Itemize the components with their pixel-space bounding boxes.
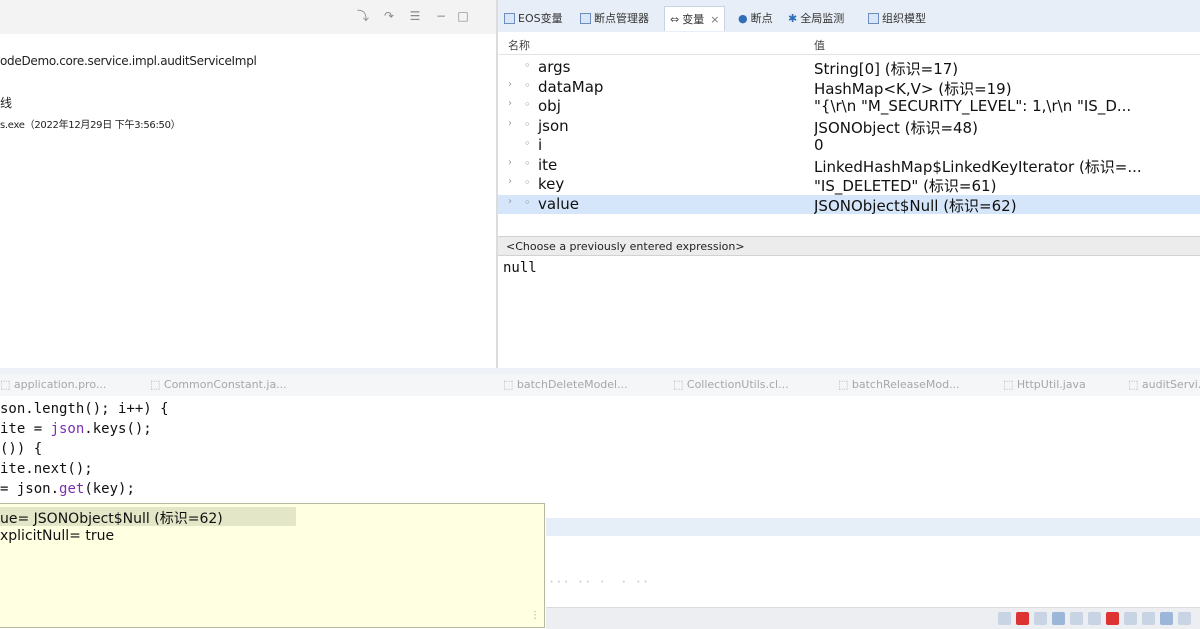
code-line[interactable]: = json.get(key);: [0, 481, 135, 497]
variable-row[interactable]: ◦ args String[0] (标识=17): [498, 58, 1200, 78]
expand-icon[interactable]: ›: [508, 196, 512, 207]
editor-tab[interactable]: ⬚ CommonConstant.ja...: [150, 378, 287, 391]
views-tab-bar: EOS变量 断点管理器 ⇔ 变量 × ● 断点 ✱ 全局监测 组织模型: [498, 0, 1200, 33]
code-line[interactable]: ite = json.keys();: [0, 421, 152, 437]
status-icon[interactable]: [1178, 612, 1191, 625]
step-over-icon[interactable]: ↷: [382, 9, 396, 23]
file-icon: ⬚: [1128, 378, 1142, 391]
file-icon: ⬚: [1003, 378, 1017, 391]
faded-code-fragment: ··· ·· · · ··: [548, 575, 650, 589]
file-icon: ⬚: [0, 378, 14, 391]
breakpoint-manager-icon: [580, 12, 591, 24]
tab-variables[interactable]: ⇔ 变量 ×: [664, 6, 726, 31]
variable-row-selected[interactable]: › ◦ value JSONObject$Null (标识=62): [498, 194, 1200, 215]
variable-icon: ◦: [524, 78, 531, 92]
error-icon[interactable]: [1106, 612, 1119, 625]
variable-row[interactable]: › ◦ dataMap HashMap<K,V> (标识=19): [498, 78, 1200, 98]
process-launch-info[interactable]: s.exe（2022年12月29日 下午3:56:50）: [0, 116, 181, 131]
popup-resize-icon[interactable]: ⋮: [527, 610, 543, 626]
editor-tab-bar: ⬚ application.pro... ⬚ CommonConstant.ja…: [0, 374, 1200, 397]
editor-tab[interactable]: ⬚ HttpUtil.java: [1003, 378, 1086, 391]
variable-icon: ◦: [524, 195, 531, 209]
expand-icon[interactable]: ›: [508, 79, 512, 90]
expand-icon[interactable]: ›: [508, 157, 512, 168]
watch-icon: ✱: [788, 11, 798, 25]
status-icon[interactable]: [1052, 612, 1065, 625]
file-icon: ⬚: [838, 378, 852, 391]
debug-pane-toolbar: ⤵ ↷ ☰ − □: [0, 0, 496, 34]
variable-row[interactable]: › ◦ ite LinkedHashMap$LinkedKeyIterator (标识…: [498, 156, 1200, 176]
variable-row[interactable]: › ◦ key "IS_DELETED" (标识=61): [498, 175, 1200, 195]
status-icon[interactable]: [1142, 612, 1155, 625]
expand-icon[interactable]: ›: [508, 118, 512, 129]
editor-tab[interactable]: ⬚ auditServi...: [1128, 378, 1200, 391]
variable-icon: ◦: [524, 137, 531, 150]
variable-icon: ◦: [524, 59, 531, 72]
eos-variables-icon: [504, 12, 515, 24]
column-name-header[interactable]: 名称: [508, 37, 530, 53]
close-icon[interactable]: ×: [710, 13, 719, 26]
file-icon: ⬚: [150, 378, 164, 391]
status-icon[interactable]: [1160, 612, 1173, 625]
column-value-header[interactable]: 值: [814, 37, 825, 53]
file-icon: ⬚: [503, 378, 517, 391]
current-line-highlight: [546, 518, 1200, 536]
tab-global-watch[interactable]: ✱ 全局监测: [788, 9, 844, 27]
breakpoints-icon: ●: [738, 11, 748, 25]
variable-icon: ◦: [524, 176, 531, 189]
variable-row[interactable]: › ◦ json JSONObject (标识=48): [498, 117, 1200, 137]
tab-breakpoints[interactable]: ● 断点: [738, 9, 773, 27]
popup-value-line[interactable]: ue= JSONObject$Null (标识=62): [0, 508, 223, 528]
code-line[interactable]: son.length(); i++) {: [0, 401, 169, 417]
view-menu-icon[interactable]: ☰: [408, 9, 422, 23]
org-model-icon: [868, 12, 879, 24]
variable-row[interactable]: › ◦ obj "{\r\n "M_SECURITY_LEVEL": 1,\r\n "…: [498, 97, 1200, 117]
editor-tab[interactable]: ⬚ application.pro...: [0, 378, 106, 391]
error-icon[interactable]: [1016, 612, 1029, 625]
status-icon[interactable]: [1070, 612, 1083, 625]
file-icon: ⬚: [673, 378, 687, 391]
variable-icon: ◦: [524, 98, 531, 111]
editor-tab[interactable]: ⬚ CollectionUtils.cl...: [673, 378, 789, 391]
tab-breakpoint-manager[interactable]: 断点管理器: [580, 9, 649, 27]
stack-frame-class[interactable]: odeDemo.core.service.impl.auditServiceIm…: [0, 54, 257, 68]
status-icon[interactable]: [998, 612, 1011, 625]
expand-icon[interactable]: ›: [508, 98, 512, 109]
code-line[interactable]: ite.next();: [0, 461, 93, 477]
expression-output[interactable]: null: [503, 260, 537, 276]
thread-label[interactable]: 线: [0, 94, 12, 111]
popup-field-line[interactable]: xplicitNull= true: [0, 528, 114, 544]
minimize-icon[interactable]: −: [434, 9, 448, 23]
editor-tab[interactable]: ⬚ batchReleaseMod...: [838, 378, 960, 391]
tab-org-model[interactable]: 组织模型: [868, 9, 926, 27]
maximize-icon[interactable]: □: [456, 9, 470, 23]
expand-icon[interactable]: ›: [508, 176, 512, 187]
status-icon[interactable]: [1124, 612, 1137, 625]
variable-row[interactable]: ◦ i 0: [498, 136, 1200, 156]
variables-icon: ⇔: [670, 12, 680, 26]
editor-tab[interactable]: ⬚ batchDeleteModel...: [503, 378, 628, 391]
status-bar: [546, 607, 1200, 629]
status-icon[interactable]: [1088, 612, 1101, 625]
variables-column-header: 名称 值: [498, 32, 1200, 55]
code-line[interactable]: ()) {: [0, 441, 42, 457]
tab-eos-variables[interactable]: EOS变量: [504, 9, 563, 27]
step-into-icon[interactable]: ⤵: [356, 9, 370, 23]
status-icon[interactable]: [1034, 612, 1047, 625]
expression-selector[interactable]: <Choose a previously entered expression>: [498, 236, 1200, 256]
variable-icon: ◦: [524, 117, 531, 131]
variable-icon: ◦: [524, 156, 531, 170]
